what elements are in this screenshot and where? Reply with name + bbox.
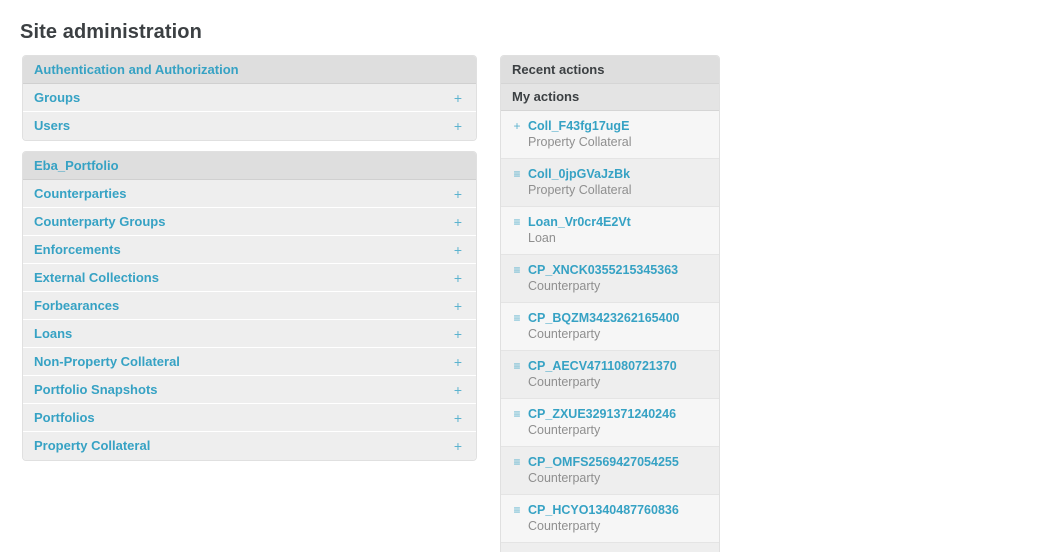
recent-action-item: ≡ CP_BQZM3423262165400 Counterparty	[501, 303, 719, 351]
app-list: Authentication and Authorization Groups + U…	[22, 55, 477, 471]
app-name-link[interactable]: Eba_Portfolio	[34, 158, 119, 173]
model-row: Property Collateral +	[23, 432, 476, 460]
page-title: Site administration	[20, 21, 202, 43]
recent-action-item: ≡ CP_AECV4711080721370 Counterparty	[501, 351, 719, 399]
recent-action-model-name: Counterparty	[528, 519, 601, 533]
add-model-icon[interactable]: +	[454, 355, 463, 369]
add-model-icon[interactable]: +	[454, 243, 463, 257]
recent-action-model-name: Counterparty	[528, 375, 601, 389]
app-module: Authentication and Authorization Groups + U…	[22, 55, 477, 141]
recent-action-item: ≡ CP_ZXUE3291371240246 Counterparty	[501, 399, 719, 447]
model-link[interactable]: Property Collateral	[34, 439, 150, 453]
changelink-icon: ≡	[513, 455, 521, 469]
recent-action-object-link[interactable]: CP_HCYO1340487760836	[528, 503, 709, 517]
add-model-icon[interactable]: +	[454, 299, 463, 313]
recent-actions-title: Recent actions	[512, 61, 605, 77]
model-row: Users +	[23, 112, 476, 140]
model-row: Loans +	[23, 320, 476, 348]
my-actions-title: My actions	[512, 89, 580, 104]
recent-action-object-link[interactable]: CP_OMFS2569427054255	[528, 455, 709, 469]
changelink-icon: ≡	[513, 407, 521, 421]
my-actions-header: My actions	[501, 84, 719, 111]
recent-action-model-name: Property Collateral	[528, 135, 632, 149]
add-model-icon[interactable]: +	[454, 187, 463, 201]
app-module: Eba_Portfolio Counterparties + Counterparty…	[22, 151, 477, 461]
app-caption: Authentication and Authorization	[23, 56, 476, 84]
recent-action-model-name: Counterparty	[528, 279, 601, 293]
changelink-icon: ≡	[513, 503, 521, 517]
recent-action-object-link[interactable]: CP_AECV4711080721370	[528, 359, 709, 373]
model-link[interactable]: Users	[34, 119, 70, 133]
add-model-icon[interactable]: +	[454, 119, 463, 133]
recent-action-model-name: Counterparty	[528, 471, 601, 485]
recent-actions-list: + Coll_F43fg17ugE Property Collateral ≡ Coll…	[501, 111, 719, 552]
model-link[interactable]: External Collections	[34, 270, 159, 285]
addlink-icon: +	[513, 119, 521, 133]
add-model-icon[interactable]: +	[454, 215, 463, 229]
add-model-icon[interactable]: +	[454, 383, 463, 397]
recent-action-model-name: Counterparty	[528, 423, 601, 437]
add-model-icon[interactable]: +	[454, 271, 463, 285]
recent-action-object-link[interactable]: CP_ZXUE3291371240246	[528, 407, 709, 421]
recent-action-item: ≡ CP_OMFS2569427054255 Counterparty	[501, 447, 719, 495]
recent-action-item: + Coll_F43fg17ugE Property Collateral	[501, 111, 719, 159]
model-link[interactable]: Enforcements	[34, 242, 121, 257]
recent-action-object-link[interactable]: CP_BQZM3423262165400	[528, 311, 709, 325]
recent-actions-sidebar: Recent actions My actions + Coll_F43fg17u…	[500, 55, 720, 552]
model-row: External Collections +	[23, 264, 476, 292]
model-link[interactable]: Counterparty Groups	[34, 214, 165, 229]
app-name-link[interactable]: Authentication and Authorization	[34, 62, 239, 77]
add-model-icon[interactable]: +	[454, 91, 463, 105]
recent-action-model-name: Counterparty	[528, 327, 601, 341]
model-row: Counterparty Groups +	[23, 208, 476, 236]
changelink-icon: ≡	[513, 263, 521, 277]
model-row: Groups +	[23, 84, 476, 112]
add-model-icon[interactable]: +	[454, 411, 463, 425]
recent-action-model-name: Property Collateral	[528, 183, 632, 197]
recent-action-item: ≡ CP_HCYO1340487760836 Counterparty	[501, 495, 719, 543]
model-row: Non-Property Collateral +	[23, 348, 476, 376]
recent-action-object-link[interactable]: Coll_F43fg17ugE	[528, 119, 709, 133]
recent-actions-header: Recent actions	[501, 56, 719, 84]
model-row: Portfolios +	[23, 404, 476, 432]
model-row: Enforcements +	[23, 236, 476, 264]
recent-action-object-link[interactable]: CP_XNCK0355215345363	[528, 263, 709, 277]
model-link[interactable]: Forbearances	[34, 298, 119, 313]
recent-action-item: ≡ Loan_Vr0cr4E2Vt Loan	[501, 207, 719, 255]
recent-action-item: ≡ Coll_0jpGVaJzBk Property Collateral	[501, 159, 719, 207]
add-model-icon[interactable]: +	[454, 327, 463, 341]
model-link[interactable]: Portfolios	[34, 410, 95, 425]
recent-action-item: ≡ CP_XNCK0355215345363 Counterparty	[501, 255, 719, 303]
model-row: Forbearances +	[23, 292, 476, 320]
recent-action-object-link[interactable]: Coll_0jpGVaJzBk	[528, 167, 709, 181]
model-row: Portfolio Snapshots +	[23, 376, 476, 404]
app-caption: Eba_Portfolio	[23, 152, 476, 180]
model-row: Counterparties +	[23, 180, 476, 208]
site-administration-page: Site administration Authentication and A…	[0, 0, 1057, 552]
recent-action-model-name: Loan	[528, 231, 556, 245]
model-link[interactable]: Loans	[34, 326, 72, 341]
recent-action-item: ≡CP_DTEQ7790382426460Counterparty	[501, 543, 719, 552]
model-link[interactable]: Portfolio Snapshots	[34, 382, 158, 397]
model-link[interactable]: Counterparties	[34, 186, 126, 201]
changelink-icon: ≡	[513, 359, 521, 373]
changelink-icon: ≡	[513, 167, 521, 181]
model-link[interactable]: Non-Property Collateral	[34, 354, 180, 369]
add-model-icon[interactable]: +	[454, 439, 463, 453]
changelink-icon: ≡	[513, 311, 521, 325]
recent-action-object-link[interactable]: Loan_Vr0cr4E2Vt	[528, 215, 709, 229]
model-link[interactable]: Groups	[34, 90, 80, 105]
changelink-icon: ≡	[513, 215, 521, 229]
